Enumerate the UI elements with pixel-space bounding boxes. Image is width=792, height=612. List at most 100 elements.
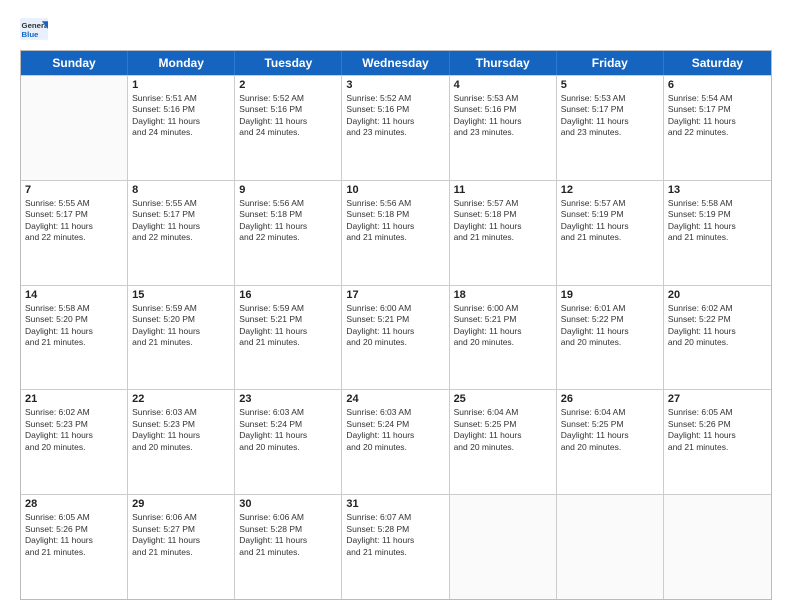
calendar-cell: 1 Sunrise: 5:51 AM Sunset: 5:16 PM Daylig…: [128, 76, 235, 180]
day-number: 6: [668, 79, 767, 91]
cell-info: Sunrise: 6:07 AM Sunset: 5:28 PM Dayligh…: [346, 512, 444, 558]
cell-info: Sunrise: 5:51 AM Sunset: 5:16 PM Dayligh…: [132, 93, 230, 139]
calendar-cell: 20 Sunrise: 6:02 AM Sunset: 5:22 PM Dayli…: [664, 286, 771, 390]
calendar-header-cell: Tuesday: [235, 51, 342, 75]
calendar-body: 1 Sunrise: 5:51 AM Sunset: 5:16 PM Daylig…: [21, 75, 771, 599]
calendar-cell: 21 Sunrise: 6:02 AM Sunset: 5:23 PM Dayli…: [21, 390, 128, 494]
day-number: 13: [668, 184, 767, 196]
calendar-cell: 19 Sunrise: 6:01 AM Sunset: 5:22 PM Dayli…: [557, 286, 664, 390]
calendar-cell: 23 Sunrise: 6:03 AM Sunset: 5:24 PM Dayli…: [235, 390, 342, 494]
header: General Blue: [20, 18, 772, 40]
calendar-cell: [664, 495, 771, 599]
cell-info: Sunrise: 6:06 AM Sunset: 5:27 PM Dayligh…: [132, 512, 230, 558]
calendar-header-cell: Saturday: [664, 51, 771, 75]
calendar-cell: 18Sunrise: 6:00 AM Sunset: 5:21 PM Dayli…: [450, 286, 557, 390]
calendar-row: 28 Sunrise: 6:05 AM Sunset: 5:26 PM Dayli…: [21, 494, 771, 599]
day-number: 8: [132, 184, 230, 196]
cell-info: Sunrise: 5:58 AM Sunset: 5:19 PM Dayligh…: [668, 198, 767, 244]
calendar-cell: 17 Sunrise: 6:00 AM Sunset: 5:21 PM Dayli…: [342, 286, 449, 390]
calendar-cell: [21, 76, 128, 180]
day-number: 2: [239, 79, 337, 91]
cell-info: Sunrise: 6:03 AM Sunset: 5:24 PM Dayligh…: [346, 407, 444, 453]
day-number: 31: [346, 498, 444, 510]
day-number: 1: [132, 79, 230, 91]
cell-info: Sunrise: 6:03 AM Sunset: 5:24 PM Dayligh…: [239, 407, 337, 453]
calendar-header: SundayMondayTuesdayWednesdayThursdayFrid…: [21, 51, 771, 75]
calendar-cell: 25 Sunrise: 6:04 AM Sunset: 5:25 PM Dayli…: [450, 390, 557, 494]
calendar-cell: 15 Sunrise: 5:59 AM Sunset: 5:20 PM Dayli…: [128, 286, 235, 390]
day-number: 19: [561, 289, 659, 301]
cell-info: Sunrise: 5:59 AM Sunset: 5:20 PM Dayligh…: [132, 303, 230, 349]
cell-info: Sunrise: 5:55 AM Sunset: 5:17 PM Dayligh…: [25, 198, 123, 244]
calendar-header-cell: Sunday: [21, 51, 128, 75]
logo: General Blue: [20, 18, 50, 40]
calendar-cell: 28 Sunrise: 6:05 AM Sunset: 5:26 PM Dayli…: [21, 495, 128, 599]
day-number: 10: [346, 184, 444, 196]
calendar-cell: 11Sunrise: 5:57 AM Sunset: 5:18 PM Dayli…: [450, 181, 557, 285]
calendar-cell: [450, 495, 557, 599]
calendar-header-cell: Friday: [557, 51, 664, 75]
day-number: 21: [25, 393, 123, 405]
calendar-cell: 9Sunrise: 5:56 AM Sunset: 5:18 PM Daylig…: [235, 181, 342, 285]
cell-info: Sunrise: 6:02 AM Sunset: 5:23 PM Dayligh…: [25, 407, 123, 453]
cell-info: Sunrise: 5:52 AM Sunset: 5:16 PM Dayligh…: [239, 93, 337, 139]
day-number: 24: [346, 393, 444, 405]
cell-info: Sunrise: 5:53 AM Sunset: 5:16 PM Dayligh…: [454, 93, 552, 139]
day-number: 27: [668, 393, 767, 405]
cell-info: Sunrise: 5:59 AM Sunset: 5:21 PM Dayligh…: [239, 303, 337, 349]
calendar-cell: 16 Sunrise: 5:59 AM Sunset: 5:21 PM Dayli…: [235, 286, 342, 390]
calendar-cell: 7 Sunrise: 5:55 AM Sunset: 5:17 PM Daylig…: [21, 181, 128, 285]
day-number: 9: [239, 184, 337, 196]
day-number: 16: [239, 289, 337, 301]
cell-info: Sunrise: 5:53 AM Sunset: 5:17 PM Dayligh…: [561, 93, 659, 139]
day-number: 30: [239, 498, 337, 510]
day-number: 14: [25, 289, 123, 301]
day-number: 28: [25, 498, 123, 510]
day-number: 15: [132, 289, 230, 301]
day-number: 12: [561, 184, 659, 196]
day-number: 25: [454, 393, 552, 405]
page: General Blue SundayMondayTuesdayWednesda…: [0, 0, 792, 612]
calendar-cell: [557, 495, 664, 599]
cell-info: Sunrise: 5:54 AM Sunset: 5:17 PM Dayligh…: [668, 93, 767, 139]
cell-info: Sunrise: 6:02 AM Sunset: 5:22 PM Dayligh…: [668, 303, 767, 349]
calendar-cell: 31 Sunrise: 6:07 AM Sunset: 5:28 PM Dayli…: [342, 495, 449, 599]
cell-info: Sunrise: 6:00 AM Sunset: 5:21 PM Dayligh…: [346, 303, 444, 349]
calendar-cell: 10 Sunrise: 5:56 AM Sunset: 5:18 PM Dayli…: [342, 181, 449, 285]
cell-info: Sunrise: 5:57 AM Sunset: 5:18 PM Dayligh…: [454, 198, 552, 244]
calendar-row: 1 Sunrise: 5:51 AM Sunset: 5:16 PM Daylig…: [21, 75, 771, 180]
day-number: 20: [668, 289, 767, 301]
cell-info: Sunrise: 5:52 AM Sunset: 5:16 PM Dayligh…: [346, 93, 444, 139]
cell-info: Sunrise: 6:03 AM Sunset: 5:23 PM Dayligh…: [132, 407, 230, 453]
calendar-cell: 6 Sunrise: 5:54 AM Sunset: 5:17 PM Daylig…: [664, 76, 771, 180]
cell-info: Sunrise: 6:04 AM Sunset: 5:25 PM Dayligh…: [561, 407, 659, 453]
calendar-header-cell: Monday: [128, 51, 235, 75]
cell-info: Sunrise: 6:05 AM Sunset: 5:26 PM Dayligh…: [25, 512, 123, 558]
calendar-cell: 8Sunrise: 5:55 AM Sunset: 5:17 PM Daylig…: [128, 181, 235, 285]
day-number: 5: [561, 79, 659, 91]
cell-info: Sunrise: 5:58 AM Sunset: 5:20 PM Dayligh…: [25, 303, 123, 349]
calendar-cell: 5 Sunrise: 5:53 AM Sunset: 5:17 PM Daylig…: [557, 76, 664, 180]
day-number: 18: [454, 289, 552, 301]
calendar-cell: 13 Sunrise: 5:58 AM Sunset: 5:19 PM Dayli…: [664, 181, 771, 285]
calendar-cell: 27 Sunrise: 6:05 AM Sunset: 5:26 PM Dayli…: [664, 390, 771, 494]
calendar-cell: 4 Sunrise: 5:53 AM Sunset: 5:16 PM Daylig…: [450, 76, 557, 180]
calendar: SundayMondayTuesdayWednesdayThursdayFrid…: [20, 50, 772, 600]
cell-info: Sunrise: 6:04 AM Sunset: 5:25 PM Dayligh…: [454, 407, 552, 453]
svg-text:Blue: Blue: [22, 30, 40, 39]
day-number: 4: [454, 79, 552, 91]
cell-info: Sunrise: 5:56 AM Sunset: 5:18 PM Dayligh…: [346, 198, 444, 244]
day-number: 23: [239, 393, 337, 405]
day-number: 7: [25, 184, 123, 196]
cell-info: Sunrise: 6:06 AM Sunset: 5:28 PM Dayligh…: [239, 512, 337, 558]
calendar-row: 14 Sunrise: 5:58 AM Sunset: 5:20 PM Dayli…: [21, 285, 771, 390]
calendar-cell: 24 Sunrise: 6:03 AM Sunset: 5:24 PM Dayli…: [342, 390, 449, 494]
day-number: 17: [346, 289, 444, 301]
calendar-cell: 29 Sunrise: 6:06 AM Sunset: 5:27 PM Dayli…: [128, 495, 235, 599]
cell-info: Sunrise: 6:05 AM Sunset: 5:26 PM Dayligh…: [668, 407, 767, 453]
calendar-cell: 14 Sunrise: 5:58 AM Sunset: 5:20 PM Dayli…: [21, 286, 128, 390]
day-number: 29: [132, 498, 230, 510]
calendar-cell: 22Sunrise: 6:03 AM Sunset: 5:23 PM Dayli…: [128, 390, 235, 494]
calendar-row: 7 Sunrise: 5:55 AM Sunset: 5:17 PM Daylig…: [21, 180, 771, 285]
cell-info: Sunrise: 6:01 AM Sunset: 5:22 PM Dayligh…: [561, 303, 659, 349]
